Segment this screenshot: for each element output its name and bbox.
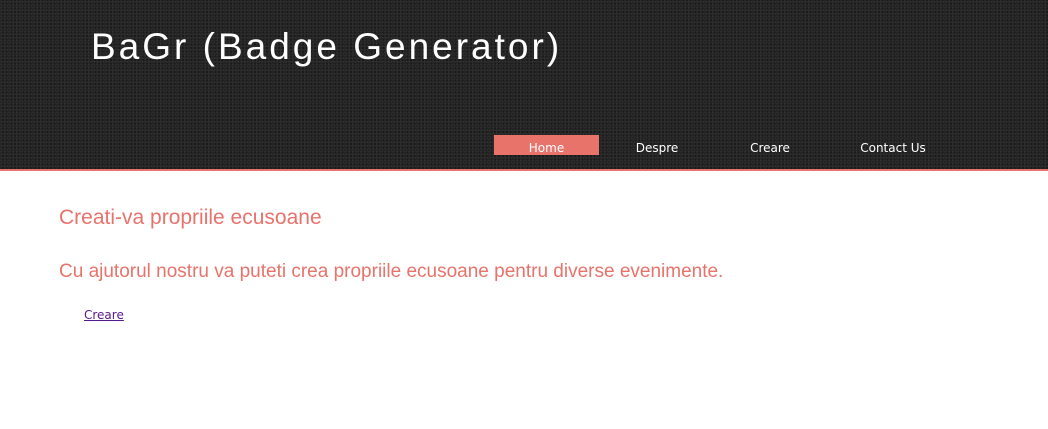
main-nav: Home Despre Creare Contact Us bbox=[494, 135, 961, 155]
nav-item-home[interactable]: Home bbox=[494, 135, 599, 155]
nav-item-contact-us[interactable]: Contact Us bbox=[825, 135, 961, 155]
nav-item-creare[interactable]: Creare bbox=[715, 135, 825, 155]
site-header: BaGr (Badge Generator) Home Despre Crear… bbox=[0, 0, 1048, 171]
site-title: BaGr (Badge Generator) bbox=[91, 26, 563, 67]
intro-text: Cu ajutorul nostru va puteti crea propri… bbox=[59, 261, 724, 282]
creare-link[interactable]: Creare bbox=[84, 308, 124, 322]
page-heading: Creati-va propriile ecusoane bbox=[59, 206, 322, 229]
nav-item-despre[interactable]: Despre bbox=[599, 135, 715, 155]
